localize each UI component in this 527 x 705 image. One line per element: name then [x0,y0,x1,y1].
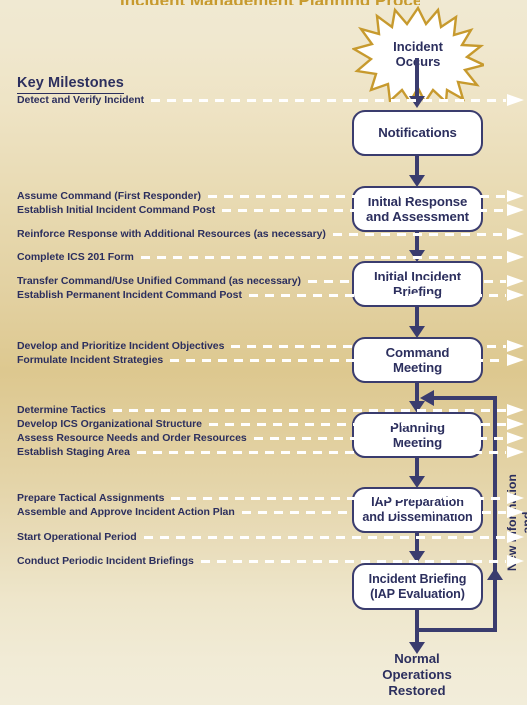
milestone-row: Formulate Incident Strategies [17,353,527,367]
milestone-label: Determine Tactics [17,403,106,416]
milestone-label: Complete ICS 201 Form [17,250,134,263]
milestone-dashed-line [222,208,506,212]
milestone-arrow-icon [507,404,524,416]
milestone-arrow-icon [507,190,524,202]
key-milestones-heading-text: Key Milestones [17,75,124,94]
milestone-label: Develop ICS Organizational Structure [17,417,202,430]
milestone-row: Assemble and Approve Incident Action Pla… [17,505,527,519]
milestone-dashed-line [307,279,506,283]
milestone-label: Assess Resource Needs and Order Resource… [17,431,247,444]
milestone-arrow-icon [507,531,524,543]
milestone-dashed-line [112,408,506,412]
milestone-dashed-line [151,98,506,102]
milestone-row: Assess Resource Needs and Order Resource… [17,431,527,445]
milestone-arrow-icon [507,555,524,567]
key-milestones-heading: Key Milestones [17,75,124,94]
terminal-normal-operations-restored: Normal Operations Restored [382,651,452,698]
feedback-horizontal-top [432,396,497,400]
node-incident-briefing-iap-evaluation[interactable]: Incident Briefing (IAP Evaluation) [352,563,483,610]
milestone-dashed-line [332,232,506,236]
milestone-row: Establish Initial Incident Command Post [17,203,527,217]
diagram-canvas: Incident Management Planning Process Inc… [0,0,527,705]
milestone-arrow-icon [507,251,524,263]
milestone-row: Reinforce Response with Additional Resou… [17,227,527,241]
milestone-arrow-icon [507,204,524,216]
milestone-arrow-icon [507,506,524,518]
milestone-arrow-icon [507,418,524,430]
milestone-dashed-line [248,293,506,297]
milestone-dashed-line [200,559,506,563]
milestone-row: Detect and Verify Incident [17,93,527,107]
milestone-label: Establish Permanent Incident Command Pos… [17,288,242,301]
milestone-arrow-icon [507,432,524,444]
milestone-row: Develop and Prioritize Incident Objectiv… [17,339,527,353]
milestone-label: Establish Staging Area [17,445,130,458]
milestone-row: Establish Staging Area [17,445,527,459]
milestone-row: Develop ICS Organizational Structure [17,417,527,431]
milestone-dashed-line [143,535,506,539]
milestone-label: Prepare Tactical Assignments [17,491,165,504]
node-notifications-label: Notifications [378,125,457,141]
node-notifications[interactable]: Notifications [352,110,483,156]
feedback-arrowhead-up [486,568,503,580]
milestone-label: Establish Initial Incident Command Post [17,203,216,216]
milestone-row: Establish Permanent Incident Command Pos… [17,288,527,302]
milestone-row: Conduct Periodic Incident Briefings [17,554,527,568]
milestone-row: Prepare Tactical Assignments [17,491,527,505]
milestone-dashed-line [253,436,506,440]
milestone-dashed-line [208,422,506,426]
node-incident-briefing-label: Incident Briefing (IAP Evaluation) [368,571,467,601]
milestone-arrow-icon [507,354,524,366]
milestone-row: Transfer Command/Use Unified Command (as… [17,274,527,288]
milestone-row: Assume Command (First Responder) [17,189,527,203]
feedback-horizontal-bottom [415,628,497,632]
milestone-label: Formulate Incident Strategies [17,353,164,366]
milestone-row: Complete ICS 201 Form [17,250,527,264]
milestone-dashed-line [171,496,506,500]
milestone-label: Assemble and Approve Incident Action Pla… [17,505,235,518]
milestone-label: Detect and Verify Incident [17,93,145,106]
milestone-arrow-icon [507,446,524,458]
milestone-arrow-icon [507,340,524,352]
milestone-row: Determine Tactics [17,403,527,417]
milestone-label: Assume Command (First Responder) [17,189,201,202]
milestone-label: Conduct Periodic Incident Briefings [17,554,194,567]
milestone-arrow-icon [507,492,524,504]
milestone-label: Transfer Command/Use Unified Command (as… [17,274,301,287]
milestone-dashed-line [207,194,506,198]
milestone-row: Start Operational Period [17,530,527,544]
milestone-dashed-line [241,510,506,514]
milestone-label: Start Operational Period [17,530,137,543]
milestone-dashed-line [140,255,506,259]
page-title-cropped: Incident Management Planning Process [120,0,420,5]
milestone-dashed-line [136,450,506,454]
milestone-arrow-icon [507,289,524,301]
milestone-dashed-line [231,344,506,348]
milestone-dashed-line [170,358,506,362]
milestone-arrow-icon [507,275,524,287]
milestone-label: Develop and Prioritize Incident Objectiv… [17,339,225,352]
milestone-label: Reinforce Response with Additional Resou… [17,227,326,240]
milestone-arrow-icon [507,228,524,240]
connector-start-to-notifications [415,58,419,96]
milestone-arrow-icon [507,94,524,106]
